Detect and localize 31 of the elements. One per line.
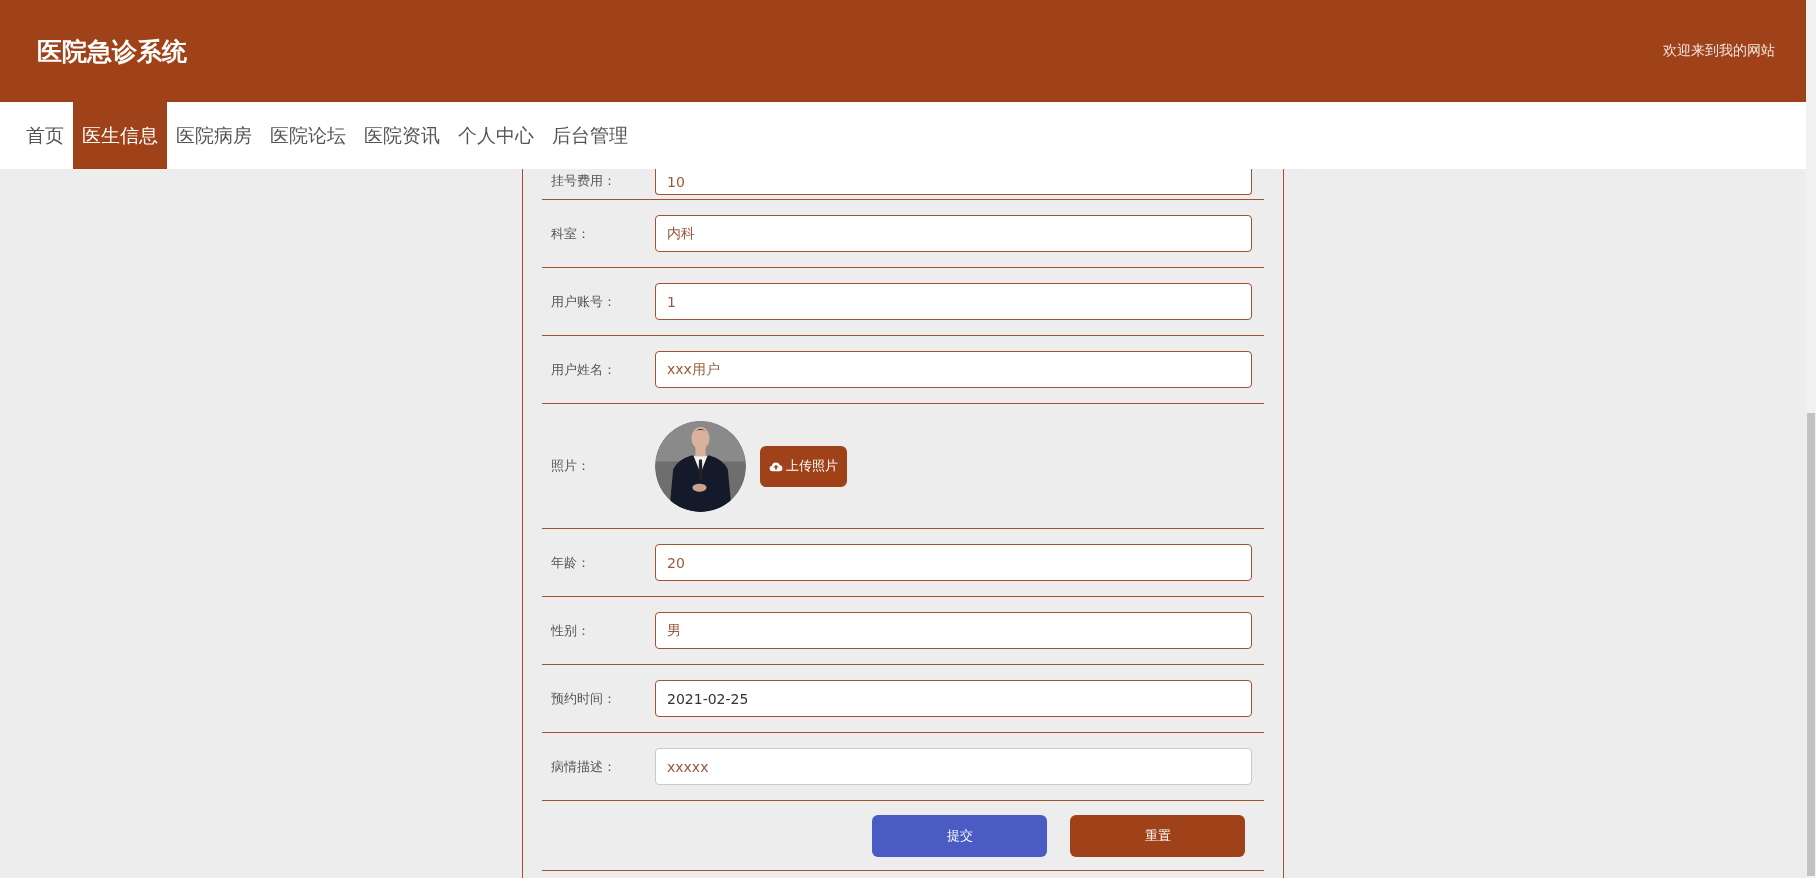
submit-button[interactable]: 提交 [872,814,1047,857]
field-label: 挂号费用： [550,172,617,190]
nav-tab[interactable]: 首页 [17,102,73,169]
reset-button[interactable]: 重置 [1070,814,1245,857]
field-label: 预约时间： [550,689,617,708]
input-field[interactable]: 内科 [655,215,1252,252]
input-field[interactable]: 10 [655,169,1252,195]
upload-button[interactable]: 上传照片 [760,445,847,487]
nav-tab[interactable]: 医院病房 [167,102,261,169]
nav-tab[interactable]: 医院资讯 [355,102,449,169]
cloud-upload-icon [769,460,783,472]
field-label: 年龄： [550,553,591,572]
nav-tab[interactable]: 医生信息 [73,102,167,169]
input-field[interactable]: xxx用户 [655,351,1252,388]
field-label: 用户账号： [550,292,617,311]
field-label: 用户姓名： [550,360,617,379]
nav-tab[interactable]: 后台管理 [543,102,637,169]
field-label: 照片： [550,457,591,475]
input-field[interactable]: xxxxx [655,748,1252,785]
input-field[interactable]: 20 [655,544,1252,581]
nav-tab[interactable]: 个人中心 [449,102,543,169]
input-field[interactable]: 男 [655,612,1252,649]
field-label: 病情描述： [550,757,617,776]
field-label: 科室： [550,224,591,243]
nav-tab[interactable]: 医院论坛 [261,102,355,169]
input-field[interactable]: 1 [655,283,1252,320]
field-label: 性别： [550,621,591,640]
scrollbar-thumb[interactable] [1807,413,1815,876]
welcome-text: 欢迎来到我的网站 [1663,42,1775,60]
site-title: 医院急诊系统 [37,35,187,68]
date-field[interactable]: 2021-02-25 [655,680,1252,717]
